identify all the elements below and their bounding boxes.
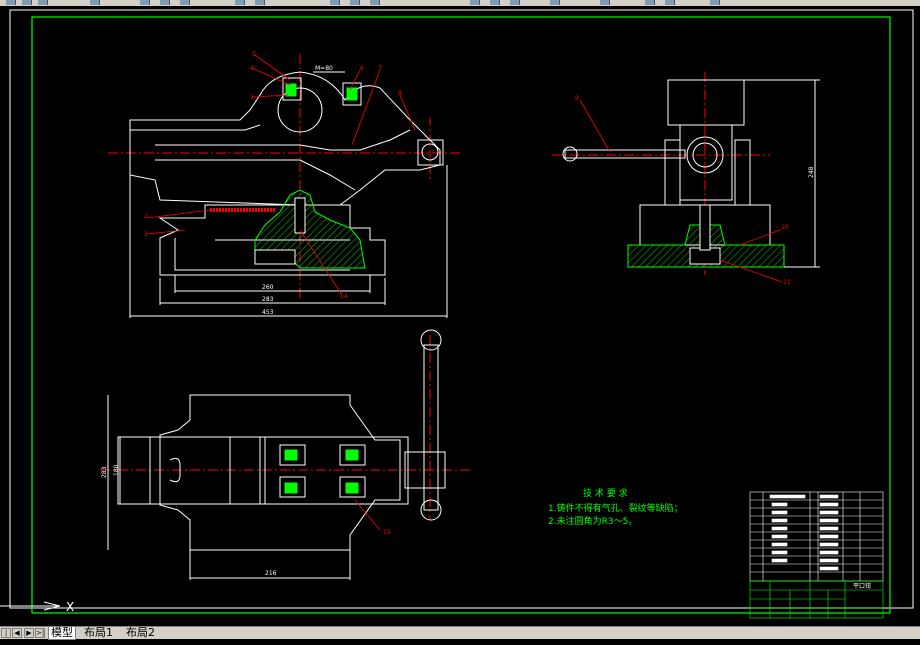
tab-model[interactable]: 模型 <box>48 627 76 640</box>
title-block-drawing-name: 平口钳 <box>853 582 871 590</box>
tab-nav-next-button[interactable]: ▶ <box>24 628 34 638</box>
layer-icon[interactable] <box>645 0 655 5</box>
calculator-icon[interactable] <box>550 0 560 5</box>
front-dim-inner: 260 <box>262 284 274 291</box>
balloon-8: 8 <box>398 90 402 97</box>
top-view <box>100 329 470 580</box>
cut-icon[interactable] <box>140 0 150 5</box>
balloon-5: 5 <box>252 51 256 58</box>
front-dim-total: 453 <box>262 309 274 316</box>
parts-list <box>749 491 884 582</box>
balloon-6: 6 <box>360 65 364 72</box>
balloon-2: 2 <box>144 213 148 220</box>
balloon-11: 11 <box>783 279 791 286</box>
drawing-svg: 453 283 260 M=80 5 4 3 6 7 8 2 1 14 248 … <box>0 9 914 619</box>
balloon-7: 7 <box>378 65 382 72</box>
outer-frame <box>9 9 914 609</box>
open-file-icon[interactable] <box>22 0 32 5</box>
misc-icon[interactable] <box>710 0 720 5</box>
copy-icon[interactable] <box>160 0 170 5</box>
tab-nav-last-button[interactable]: >| <box>35 628 45 638</box>
balloon-3: 3 <box>250 94 254 101</box>
layout-tabs-bar: |< ◀ ▶ >| 模型 布局1 布局2 <box>0 626 920 645</box>
pan-icon[interactable] <box>330 0 340 5</box>
front-view-labels: 453 283 260 M=80 <box>262 65 333 316</box>
inner-frame <box>31 16 891 614</box>
tab-layout1[interactable]: 布局1 <box>82 627 115 639</box>
top-dim-height: 283 <box>101 466 108 478</box>
tool-palette-icon[interactable] <box>510 0 520 5</box>
print-icon[interactable] <box>90 0 100 5</box>
redo-icon[interactable] <box>255 0 265 5</box>
front-dim-top: M=80 <box>315 65 333 72</box>
zoom-window-icon[interactable] <box>370 0 380 5</box>
balloon-1: 1 <box>144 231 148 238</box>
tab-nav-first-button[interactable]: |< <box>1 628 11 645</box>
help-icon[interactable] <box>600 0 610 5</box>
properties-icon[interactable] <box>470 0 480 5</box>
tech-notes: 技 术 要 求 1.铸件不得有气孔、裂纹等缺陷； 2.未注圆角为R3～5。 <box>548 487 683 527</box>
new-file-icon[interactable] <box>6 0 16 5</box>
balloon-15: 15 <box>383 529 391 536</box>
ucs-icon <box>0 601 61 611</box>
side-dim-height: 248 <box>808 166 815 178</box>
tech-notes-line2: 2.未注圆角为R3～5。 <box>548 515 637 527</box>
front-view <box>108 54 462 318</box>
top-dim-inner: 180 <box>113 464 120 476</box>
ucs-x-label: X <box>66 600 74 614</box>
balloon-14: 14 <box>340 293 348 300</box>
balloon-9: 9 <box>575 95 579 102</box>
save-icon[interactable] <box>38 0 48 5</box>
zoom-icon[interactable] <box>350 0 360 5</box>
balloon-10: 10 <box>781 224 789 231</box>
tab-nav-prev-button[interactable]: ◀ <box>12 628 22 638</box>
top-dim-width: 216 <box>265 570 277 577</box>
tab-layout2[interactable]: 布局2 <box>124 627 157 639</box>
top-view-labels: 283 180 216 15 <box>101 464 391 577</box>
balloon-4: 4 <box>250 65 254 72</box>
design-center-icon[interactable] <box>490 0 500 5</box>
front-dim-mid: 283 <box>262 296 274 303</box>
paste-icon[interactable] <box>180 0 190 5</box>
side-view <box>552 72 820 275</box>
match-icon[interactable] <box>665 0 675 5</box>
tech-notes-line1: 1.铸件不得有气孔、裂纹等缺陷； <box>548 502 683 514</box>
undo-icon[interactable] <box>235 0 245 5</box>
drawing-canvas[interactable]: 453 283 260 M=80 5 4 3 6 7 8 2 1 14 248 … <box>0 6 920 626</box>
tech-notes-title: 技 术 要 求 <box>583 487 628 499</box>
